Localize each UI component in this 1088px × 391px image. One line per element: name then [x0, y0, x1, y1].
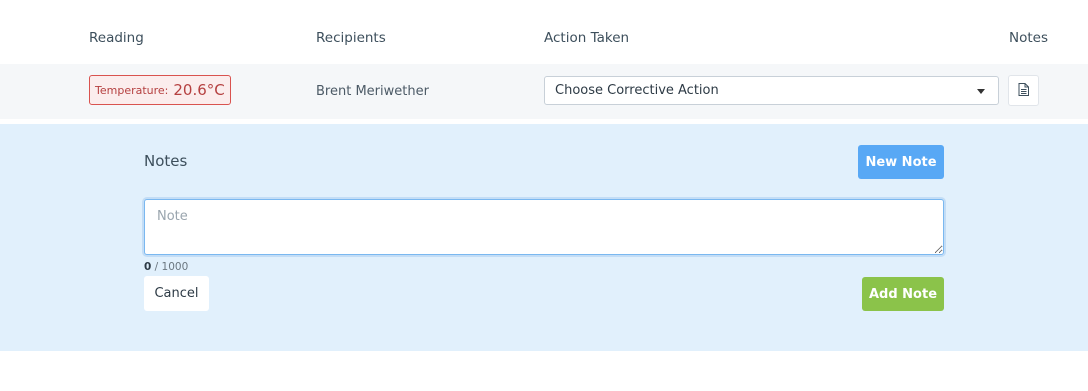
- recipient-name: Brent Meriwether: [316, 84, 429, 99]
- document-icon: [1018, 81, 1029, 100]
- new-note-button[interactable]: New Note: [858, 145, 944, 179]
- column-header-action-taken: Action Taken: [544, 30, 630, 46]
- note-textarea[interactable]: [144, 199, 944, 255]
- column-header-recipients: Recipients: [316, 30, 386, 46]
- cancel-button[interactable]: Cancel: [144, 276, 209, 311]
- char-count: 0: [144, 261, 152, 273]
- column-header-reading: Reading: [89, 30, 144, 46]
- reading-value: 20.6°C: [173, 81, 225, 99]
- reading-label: Temperature:: [95, 83, 169, 97]
- alert-detail: Reading Recipients Action Taken Notes Te…: [0, 0, 1088, 391]
- char-limit: / 1000: [154, 261, 189, 273]
- notes-toggle-button[interactable]: [1008, 75, 1039, 106]
- notes-panel-title: Notes: [144, 152, 188, 170]
- reading-badge: Temperature: 20.6°C: [89, 75, 231, 105]
- corrective-action-select-value: Choose Corrective Action: [555, 83, 719, 98]
- add-note-button[interactable]: Add Note: [862, 277, 944, 311]
- char-counter: 0 / 1000: [144, 261, 188, 273]
- chevron-down-icon: [977, 89, 985, 94]
- column-header-notes: Notes: [1009, 30, 1048, 46]
- corrective-action-select[interactable]: Choose Corrective Action: [544, 76, 999, 105]
